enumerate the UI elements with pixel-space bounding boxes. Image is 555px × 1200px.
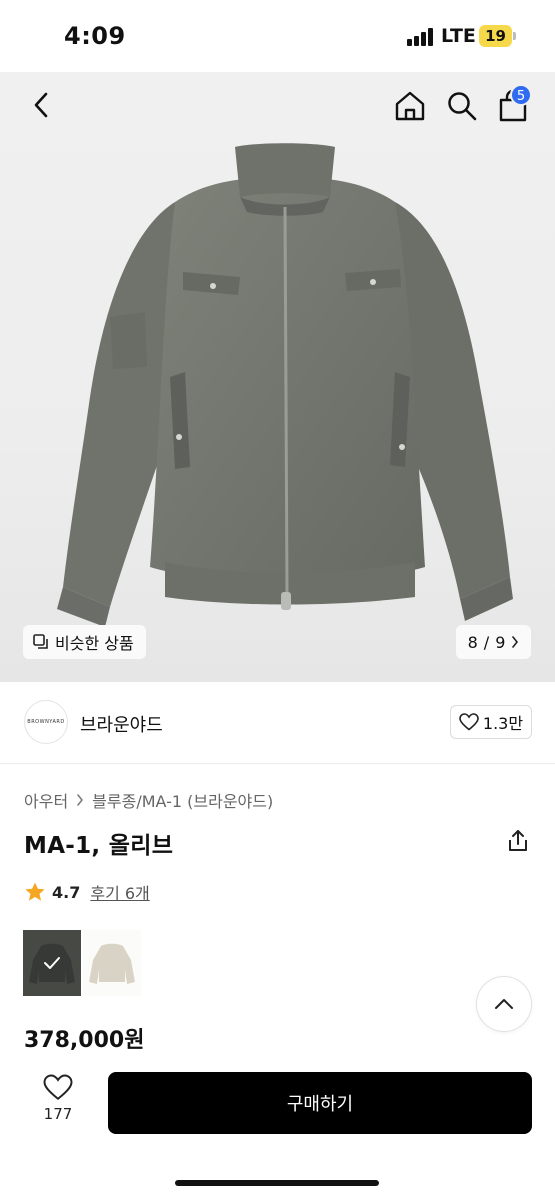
current-page: 8 bbox=[467, 632, 478, 652]
home-button[interactable] bbox=[390, 86, 430, 126]
back-button[interactable] bbox=[22, 86, 60, 124]
swatch-jacket-beige bbox=[89, 943, 135, 984]
signal-icon bbox=[407, 28, 435, 46]
star-icon bbox=[25, 882, 45, 901]
scroll-top-button[interactable] bbox=[476, 976, 532, 1032]
heart-icon bbox=[459, 713, 479, 731]
share-icon bbox=[509, 830, 527, 851]
brand-logo-text: BROWNYARD bbox=[27, 719, 65, 725]
brand-row[interactable]: BROWNYARD 브라운야드 1.3만 bbox=[0, 682, 555, 764]
brand-name[interactable]: 브라운야드 bbox=[80, 711, 163, 737]
status-time: 4:09 bbox=[64, 22, 126, 50]
product-image bbox=[57, 143, 513, 627]
chevron-right-icon bbox=[77, 794, 84, 806]
battery-icon: 19 bbox=[479, 25, 517, 47]
battery-level: 19 bbox=[479, 25, 512, 47]
review-count-link[interactable]: 후기 6개 bbox=[90, 880, 149, 904]
product-title: MA-1, 올리브 bbox=[24, 833, 174, 859]
product-gallery[interactable]: 5 비슷한 상품 8 / 9 bbox=[0, 72, 555, 682]
chevron-up-icon bbox=[495, 999, 513, 1009]
brand-logo[interactable]: BROWNYARD bbox=[24, 700, 68, 744]
status-bar: 4:09 LTE 19 bbox=[0, 0, 555, 72]
search-icon bbox=[448, 92, 477, 121]
color-swatch-olive[interactable] bbox=[23, 930, 81, 996]
page-separator: / bbox=[483, 632, 490, 652]
chevron-right-icon bbox=[512, 636, 519, 648]
similar-products-button[interactable]: 비슷한 상품 bbox=[23, 625, 146, 659]
brand-like-count: 1.3만 bbox=[482, 714, 524, 733]
breadcrumb: 아우터 블루종/MA-1 (브라운야드) bbox=[24, 788, 273, 812]
search-button[interactable] bbox=[442, 86, 482, 126]
similar-products-label: 비슷한 상품 bbox=[55, 634, 134, 653]
heart-icon bbox=[43, 1074, 73, 1100]
wishlist-button[interactable]: 177 bbox=[30, 1074, 86, 1134]
total-pages: 9 bbox=[495, 632, 506, 652]
network-label: LTE bbox=[441, 25, 476, 47]
home-indicator bbox=[175, 1180, 379, 1186]
check-icon bbox=[44, 957, 60, 969]
wishlist-count: 177 bbox=[43, 1105, 73, 1123]
gallery-page-indicator[interactable]: 8 / 9 bbox=[456, 625, 531, 659]
copy-icon bbox=[33, 634, 48, 649]
buy-button[interactable]: 구매하기 bbox=[108, 1072, 532, 1134]
chevron-left-icon bbox=[34, 92, 48, 118]
selected-overlay bbox=[23, 930, 81, 996]
breadcrumb-category[interactable]: 아우터 bbox=[24, 788, 68, 812]
breadcrumb-subcategory[interactable]: 블루종/MA-1 (브라운야드) bbox=[92, 788, 273, 812]
rating-value: 4.7 bbox=[52, 882, 81, 902]
rating-row: 4.7 후기 6개 bbox=[24, 880, 150, 904]
color-swatch-beige[interactable] bbox=[83, 930, 141, 996]
cart-count-badge: 5 bbox=[510, 84, 532, 106]
brand-like-button[interactable]: 1.3만 bbox=[450, 705, 532, 739]
product-price: 378,000원 bbox=[24, 1028, 145, 1053]
share-button[interactable] bbox=[505, 828, 531, 854]
home-icon bbox=[395, 91, 425, 121]
